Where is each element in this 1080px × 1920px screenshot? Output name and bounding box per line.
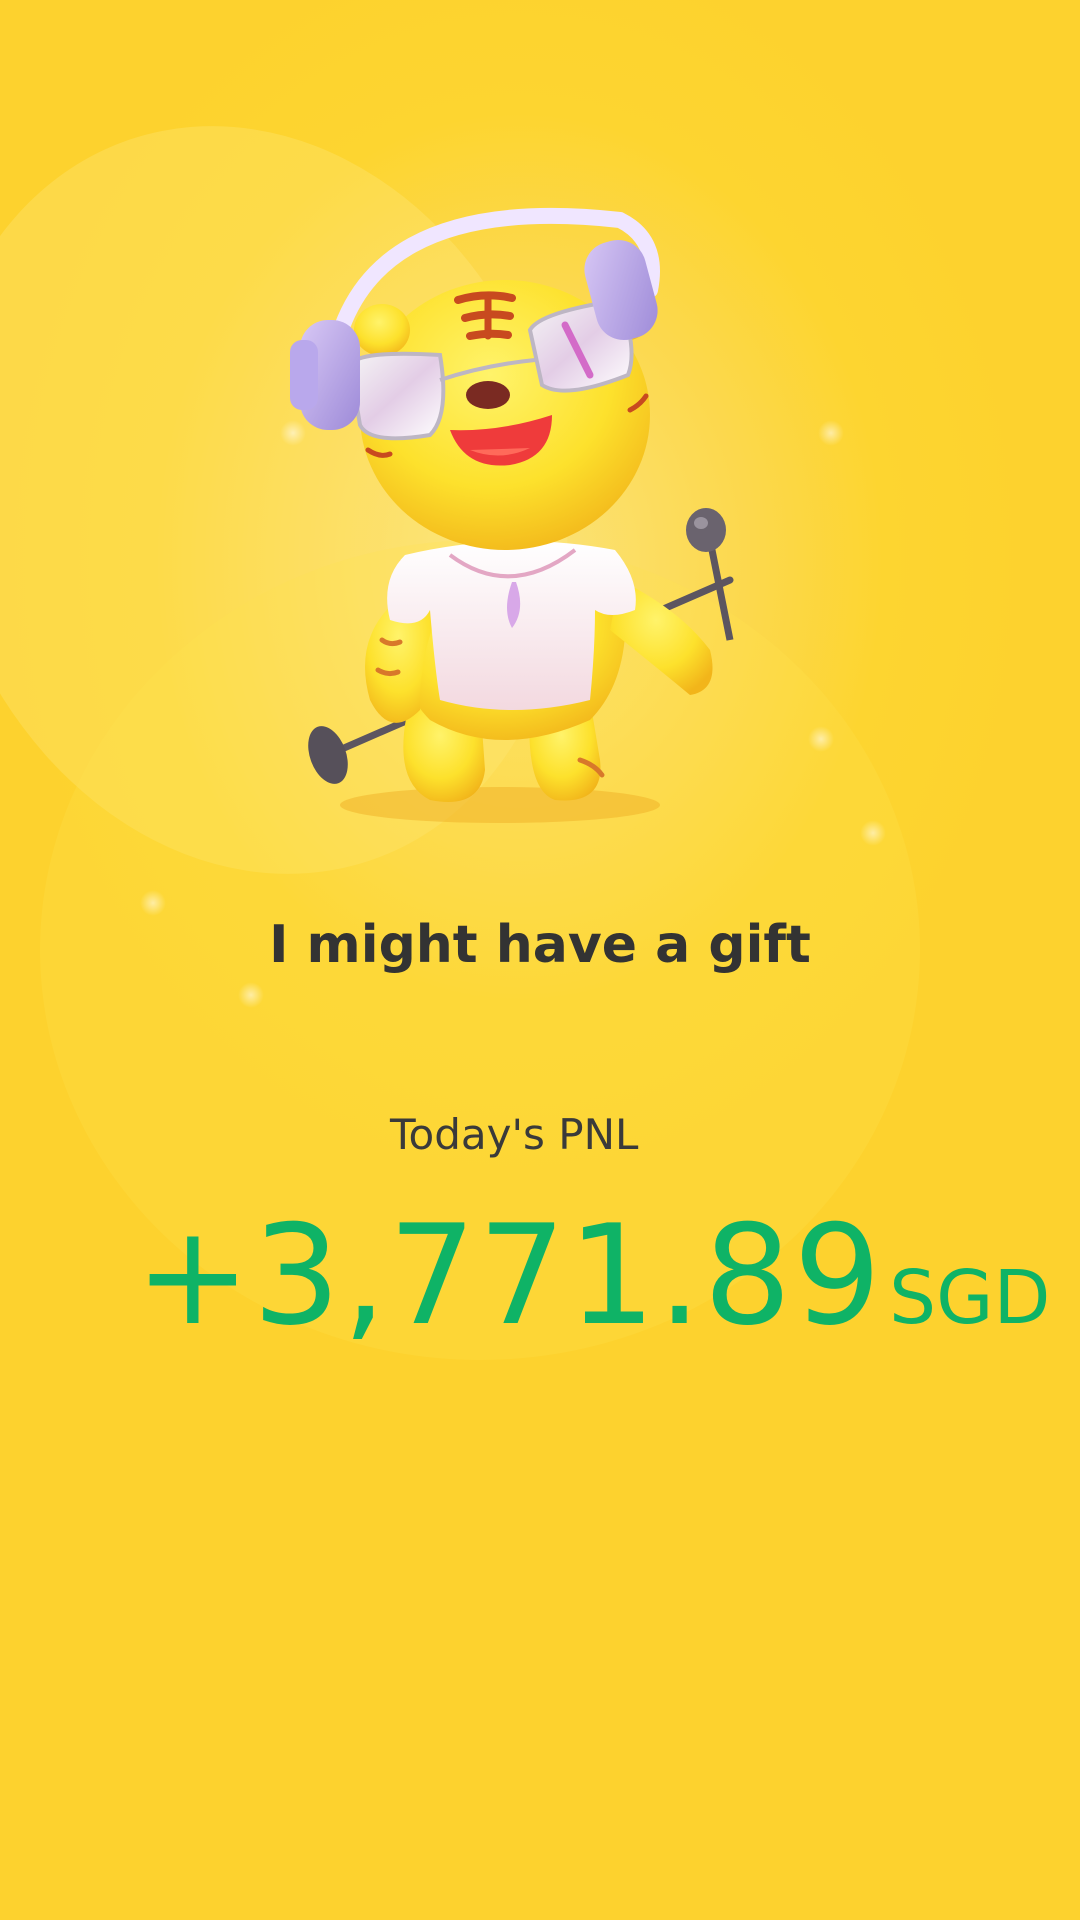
pnl-currency: SGD	[889, 1255, 1051, 1341]
sparkle-icon	[818, 420, 844, 446]
sparkle-icon	[808, 726, 834, 752]
pnl-label: Today's PNL	[390, 1110, 639, 1159]
sparkle-icon	[860, 820, 886, 846]
sparkle-icon	[140, 890, 166, 916]
sparkle-icon	[238, 982, 264, 1008]
tiger-mascot-icon	[290, 207, 734, 823]
headline: I might have a gift	[269, 915, 811, 975]
pnl-amount: +3,771.89	[135, 1195, 884, 1356]
pnl-value: +3,771.89SGD	[135, 1195, 1050, 1356]
